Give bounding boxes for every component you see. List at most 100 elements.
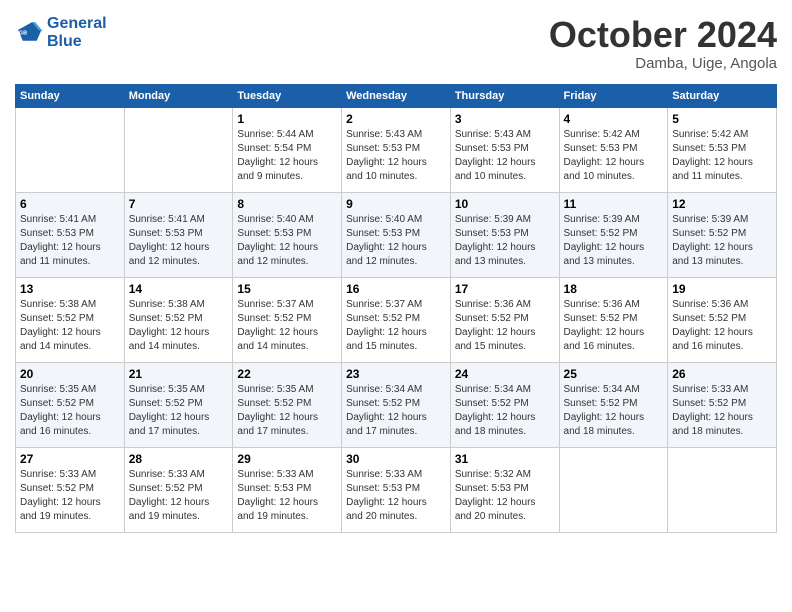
weekday-header-thursday: Thursday: [450, 84, 559, 107]
weekday-header-monday: Monday: [124, 84, 233, 107]
calendar-cell: 24Sunrise: 5:34 AMSunset: 5:52 PMDayligh…: [450, 362, 559, 447]
day-number: 10: [455, 197, 555, 211]
location-subtitle: Damba, Uige, Angola: [549, 55, 777, 72]
day-number: 21: [129, 367, 229, 381]
calendar-cell: 27Sunrise: 5:33 AMSunset: 5:52 PMDayligh…: [16, 447, 125, 532]
sunrise-time: Sunrise: 5:41 AM: [20, 214, 96, 225]
weekday-header-saturday: Saturday: [668, 84, 777, 107]
day-number: 3: [455, 112, 555, 126]
day-number: 5: [672, 112, 772, 126]
weekday-header-friday: Friday: [559, 84, 668, 107]
calendar-cell: 13 Sunrise: 5:38 AMSunset: 5:52 PMDayligh…: [16, 277, 125, 362]
month-title: October 2024: [549, 15, 777, 55]
day-number: 4: [564, 112, 664, 126]
day-info: Sunrise: 5:36 AMSunset: 5:52 PMDaylight:…: [455, 298, 555, 354]
sunset-time: Sunset: 5:52 PM: [346, 398, 420, 409]
day-number: 17: [455, 282, 555, 296]
daylight-hours: Daylight: 12 hours: [455, 242, 536, 253]
sunrise-time: Sunrise: 5:39 AM: [455, 214, 531, 225]
daylight-minutes: and 15 minutes.: [346, 341, 417, 352]
day-info: Sunrise: 5:33 AMSunset: 5:52 PMDaylight:…: [672, 383, 772, 439]
calendar-cell: 2Sunrise: 5:43 AMSunset: 5:53 PMDaylight…: [342, 107, 451, 192]
daylight-hours: Daylight: 12 hours: [237, 412, 318, 423]
day-info: Sunrise: 5:38 AMSunset: 5:52 PMDaylight:…: [20, 298, 120, 354]
logo-general: General: [47, 15, 107, 32]
sunset-time: Sunset: 5:53 PM: [237, 228, 311, 239]
calendar-cell: 14Sunrise: 5:38 AMSunset: 5:52 PMDayligh…: [124, 277, 233, 362]
sunrise-time: Sunrise: 5:37 AM: [346, 299, 422, 310]
daylight-hours: Daylight: 12 hours: [129, 327, 210, 338]
day-info: Sunrise: 5:39 AMSunset: 5:52 PMDaylight:…: [564, 213, 664, 269]
calendar-cell: 22Sunrise: 5:35 AMSunset: 5:52 PMDayligh…: [233, 362, 342, 447]
sunset-time: Sunset: 5:53 PM: [455, 228, 529, 239]
daylight-minutes: and 12 minutes.: [129, 256, 200, 267]
calendar-cell: 18Sunrise: 5:36 AMSunset: 5:52 PMDayligh…: [559, 277, 668, 362]
calendar-cell: 16Sunrise: 5:37 AMSunset: 5:52 PMDayligh…: [342, 277, 451, 362]
daylight-minutes: and 13 minutes.: [564, 256, 635, 267]
sunrise-time: Sunrise: 5:42 AM: [672, 129, 748, 140]
sunrise-time: Sunrise: 5:32 AM: [455, 469, 531, 480]
day-number: 6: [20, 197, 120, 211]
day-number: 13: [20, 282, 120, 296]
daylight-hours: Daylight: 12 hours: [237, 242, 318, 253]
daylight-hours: Daylight: 12 hours: [346, 412, 427, 423]
calendar-cell: 17 Sunrise: 5:36 AMSunset: 5:52 PMDayligh…: [450, 277, 559, 362]
sunset-time: Sunset: 5:52 PM: [129, 398, 203, 409]
sunset-time: Sunset: 5:53 PM: [346, 228, 420, 239]
day-info: Sunrise: 5:40 AMSunset: 5:53 PMDaylight:…: [237, 213, 337, 269]
daylight-hours: Daylight: 12 hours: [20, 242, 101, 253]
daylight-minutes: and 17 minutes.: [237, 426, 308, 437]
sunrise-time: Sunrise: 5:35 AM: [237, 384, 313, 395]
daylight-hours: Daylight: 12 hours: [346, 242, 427, 253]
header: GB General Blue October 2024 Damba, Uige…: [15, 15, 777, 72]
daylight-hours: Daylight: 12 hours: [346, 327, 427, 338]
calendar-cell: 30Sunrise: 5:33 AMSunset: 5:53 PMDayligh…: [342, 447, 451, 532]
daylight-hours: Daylight: 12 hours: [672, 327, 753, 338]
sunrise-time: Sunrise: 5:39 AM: [564, 214, 640, 225]
sunset-time: Sunset: 5:53 PM: [20, 228, 94, 239]
daylight-hours: Daylight: 12 hours: [20, 497, 101, 508]
day-number: 12: [672, 197, 772, 211]
day-info: Sunrise: 5:36 AMSunset: 5:52 PMDaylight:…: [672, 298, 772, 354]
sunset-time: Sunset: 5:53 PM: [129, 228, 203, 239]
calendar-cell: 31Sunrise: 5:32 AMSunset: 5:53 PMDayligh…: [450, 447, 559, 532]
daylight-hours: Daylight: 12 hours: [346, 157, 427, 168]
sunset-time: Sunset: 5:52 PM: [20, 398, 94, 409]
sunset-time: Sunset: 5:52 PM: [20, 483, 94, 494]
day-info: Sunrise: 5:40 AM Sunset: 5:53 PM Daylight:…: [346, 213, 446, 269]
sunrise-time: Sunrise: 5:41 AM: [129, 214, 205, 225]
day-number: 26: [672, 367, 772, 381]
daylight-hours: Daylight: 12 hours: [129, 242, 210, 253]
day-number: 28: [129, 452, 229, 466]
daylight-hours: Daylight: 12 hours: [672, 242, 753, 253]
daylight-minutes: and 18 minutes.: [564, 426, 635, 437]
day-number: 23: [346, 367, 446, 381]
day-number: 19: [672, 282, 772, 296]
calendar-cell: 21Sunrise: 5:35 AMSunset: 5:52 PMDayligh…: [124, 362, 233, 447]
sunset-time: Sunset: 5:52 PM: [564, 398, 638, 409]
day-info: Sunrise: 5:36 AMSunset: 5:52 PMDaylight:…: [564, 298, 664, 354]
weekday-header-sunday: Sunday: [16, 84, 125, 107]
sunset-time: Sunset: 5:53 PM: [346, 483, 420, 494]
sunrise-time: Sunrise: 5:36 AM: [564, 299, 640, 310]
weekday-header-tuesday: Tuesday: [233, 84, 342, 107]
sunrise-time: Sunrise: 5:38 AM: [129, 299, 205, 310]
sunrise-time: Sunrise: 5:40 AM: [346, 214, 422, 225]
sunset-time: Sunset: 5:53 PM: [455, 483, 529, 494]
daylight-minutes: and 20 minutes.: [455, 511, 526, 522]
sunrise-time: Sunrise: 5:39 AM: [672, 214, 748, 225]
daylight-minutes: and 20 minutes.: [346, 511, 417, 522]
sunset-time: Sunset: 5:52 PM: [346, 313, 420, 324]
day-number: 22: [237, 367, 337, 381]
day-info: Sunrise: 5:39 AMSunset: 5:52 PMDaylight:…: [672, 213, 772, 269]
logo-icon: GB: [15, 19, 43, 47]
daylight-hours: Daylight: 12 hours: [20, 412, 101, 423]
calendar-cell: 12 Sunrise: 5:39 AMSunset: 5:52 PMDayligh…: [668, 192, 777, 277]
sunset-time: Sunset: 5:53 PM: [672, 143, 746, 154]
sunrise-time: Sunrise: 5:37 AM: [237, 299, 313, 310]
daylight-minutes: and 12 minutes.: [346, 256, 417, 267]
daylight-hours: Daylight: 12 hours: [237, 157, 318, 168]
daylight-minutes: and 16 minutes.: [20, 426, 91, 437]
calendar-cell: 25Sunrise: 5:34 AMSunset: 5:52 PMDayligh…: [559, 362, 668, 447]
daylight-hours: Daylight: 12 hours: [672, 412, 753, 423]
